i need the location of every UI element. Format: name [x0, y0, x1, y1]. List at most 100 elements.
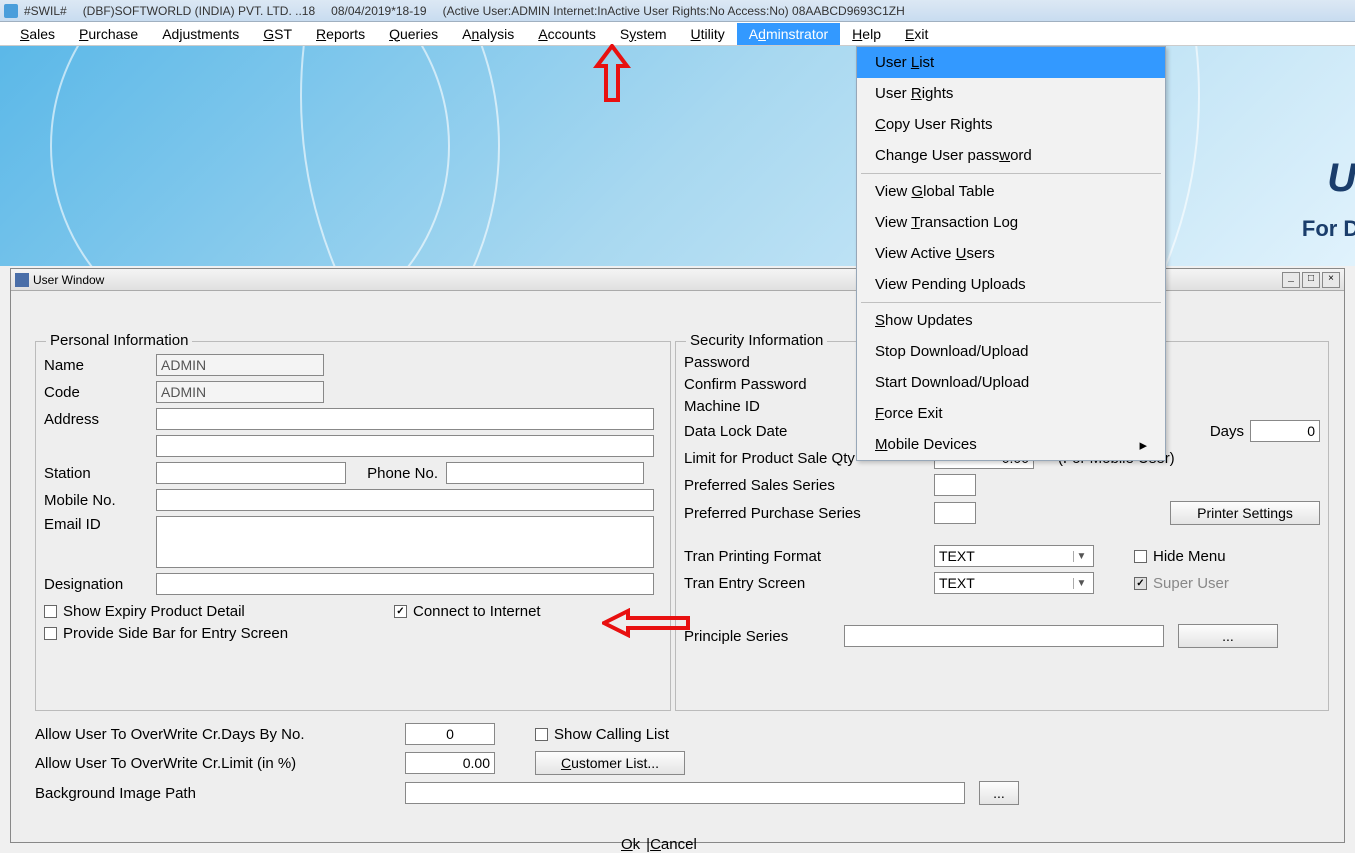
dropdown-copy-user-rights[interactable]: Copy User Rights — [857, 109, 1165, 140]
app-icon — [4, 4, 18, 18]
code-label: Code — [44, 384, 156, 401]
menu-adjustments[interactable]: Adjustments — [150, 23, 251, 45]
menu-utility[interactable]: Utility — [679, 23, 737, 45]
customer-list-button[interactable]: Customer List... — [535, 751, 685, 775]
menu-gst[interactable]: GST — [251, 23, 304, 45]
pref-sales-input[interactable] — [934, 474, 976, 496]
name-input[interactable] — [156, 354, 324, 376]
menubar: SalesPurchaseAdjustmentsGSTReportsQuerie… — [0, 22, 1355, 46]
menu-help[interactable]: Help — [840, 23, 893, 45]
menu-queries[interactable]: Queries — [377, 23, 450, 45]
connect-label: Connect to Internet — [413, 603, 541, 620]
dropdown-show-updates[interactable]: Show Updates — [857, 305, 1165, 336]
dropdown-start-download-upload[interactable]: Start Download/Upload — [857, 367, 1165, 398]
dropdown-view-active-users[interactable]: View Active Users — [857, 238, 1165, 269]
dropdown-change-user-password[interactable]: Change User password — [857, 140, 1165, 171]
pref-purchase-input[interactable] — [934, 502, 976, 524]
designation-input[interactable] — [156, 573, 654, 595]
bgpath-label: Background Image Path — [35, 785, 405, 802]
annotation-arrow-up — [592, 44, 632, 102]
address-input-1[interactable] — [156, 408, 654, 430]
personal-info-group: Personal Information Name Code Address S… — [35, 341, 671, 711]
machine-id-label: Machine ID — [684, 398, 854, 415]
confirm-password-label: Confirm Password — [684, 376, 854, 393]
crdays-input[interactable] — [405, 723, 495, 745]
title-status: (Active User:ADMIN Internet:InActive Use… — [443, 4, 905, 18]
tran-entry-label: Tran Entry Screen — [684, 575, 934, 592]
menu-accounts[interactable]: Accounts — [526, 23, 608, 45]
title-date: 08/04/2019*18-19 — [331, 4, 426, 18]
dropdown-stop-download-upload[interactable]: Stop Download/Upload — [857, 336, 1165, 367]
ok-button[interactable]: Ok — [621, 836, 640, 853]
dropdown-view-transaction-log[interactable]: View Transaction Log — [857, 207, 1165, 238]
menu-purchase[interactable]: Purchase — [67, 23, 150, 45]
tran-print-value: TEXT — [939, 548, 975, 564]
mobile-label: Mobile No. — [44, 492, 156, 509]
close-button[interactable]: × — [1322, 272, 1340, 288]
title-tag: #SWIL# — [24, 4, 67, 18]
dropdown-user-rights[interactable]: User Rights — [857, 78, 1165, 109]
tran-entry-select[interactable]: TEXT ▼ — [934, 572, 1094, 594]
days-label: Days — [1210, 423, 1244, 440]
crlimit-input[interactable] — [405, 752, 495, 774]
calling-list-label: Show Calling List — [554, 726, 669, 743]
super-user-label: Super User — [1153, 575, 1229, 592]
user-window-icon — [15, 273, 29, 287]
station-label: Station — [44, 465, 156, 482]
expiry-checkbox[interactable] — [44, 605, 57, 618]
menu-adminstrator[interactable]: Adminstrator — [737, 23, 840, 45]
cancel-button[interactable]: |Cancel — [646, 836, 697, 853]
printer-settings-button[interactable]: Printer Settings — [1170, 501, 1320, 525]
minimize-button[interactable]: _ — [1282, 272, 1300, 288]
title-company: (DBF)SOFTWORLD (INDIA) PVT. LTD. ..18 — [83, 4, 315, 18]
principle-browse-button[interactable]: ... — [1178, 624, 1278, 648]
pref-purchase-label: Preferred Purchase Series — [684, 505, 934, 522]
super-user-checkbox — [1134, 577, 1147, 590]
menu-system[interactable]: System — [608, 23, 679, 45]
email-label: Email ID — [44, 516, 156, 533]
phone-input[interactable] — [446, 462, 644, 484]
dropdown-separator — [861, 302, 1161, 303]
name-label: Name — [44, 357, 156, 374]
admin-dropdown: User ListUser RightsCopy User RightsChan… — [856, 46, 1166, 461]
days-input[interactable] — [1250, 420, 1320, 442]
hide-menu-checkbox[interactable] — [1134, 550, 1147, 563]
sidebar-label: Provide Side Bar for Entry Screen — [63, 625, 288, 642]
address-input-2[interactable] — [156, 435, 654, 457]
mobile-input[interactable] — [156, 489, 654, 511]
tran-print-select[interactable]: TEXT ▼ — [934, 545, 1094, 567]
datalock-label: Data Lock Date — [684, 423, 854, 440]
dropdown-mobile-devices[interactable]: Mobile Devices — [857, 429, 1165, 460]
bgpath-input[interactable] — [405, 782, 965, 804]
menu-reports[interactable]: Reports — [304, 23, 377, 45]
code-input[interactable] — [156, 381, 324, 403]
address-label: Address — [44, 411, 156, 428]
tran-print-label: Tran Printing Format — [684, 548, 934, 565]
email-input[interactable] — [156, 516, 654, 568]
app-titlebar: #SWIL# (DBF)SOFTWORLD (INDIA) PVT. LTD. … — [0, 0, 1355, 22]
bottom-area: Allow User To OverWrite Cr.Days By No. S… — [35, 723, 1329, 811]
menu-analysis[interactable]: Analysis — [450, 23, 526, 45]
bgpath-browse-button[interactable]: ... — [979, 781, 1019, 805]
chevron-down-icon: ▼ — [1073, 578, 1089, 589]
hide-menu-label: Hide Menu — [1153, 548, 1226, 565]
connect-internet-checkbox[interactable] — [394, 605, 407, 618]
calling-list-checkbox[interactable] — [535, 728, 548, 741]
menu-exit[interactable]: Exit — [893, 23, 940, 45]
menu-sales[interactable]: Sales — [8, 23, 67, 45]
password-label: Password — [684, 354, 854, 371]
dropdown-force-exit[interactable]: Force Exit — [857, 398, 1165, 429]
security-group-title: Security Information — [686, 332, 827, 349]
maximize-button[interactable]: □ — [1302, 272, 1320, 288]
crdays-label: Allow User To OverWrite Cr.Days By No. — [35, 726, 405, 743]
designation-label: Designation — [44, 576, 156, 593]
expiry-label: Show Expiry Product Detail — [63, 603, 245, 620]
principle-input[interactable] — [844, 625, 1164, 647]
station-input[interactable] — [156, 462, 346, 484]
sidebar-checkbox[interactable] — [44, 627, 57, 640]
dropdown-view-pending-uploads[interactable]: View Pending Uploads — [857, 269, 1165, 300]
principle-label: Principle Series — [684, 628, 844, 645]
dropdown-view-global-table[interactable]: View Global Table — [857, 176, 1165, 207]
dropdown-user-list[interactable]: User List — [857, 47, 1165, 78]
dropdown-separator — [861, 173, 1161, 174]
